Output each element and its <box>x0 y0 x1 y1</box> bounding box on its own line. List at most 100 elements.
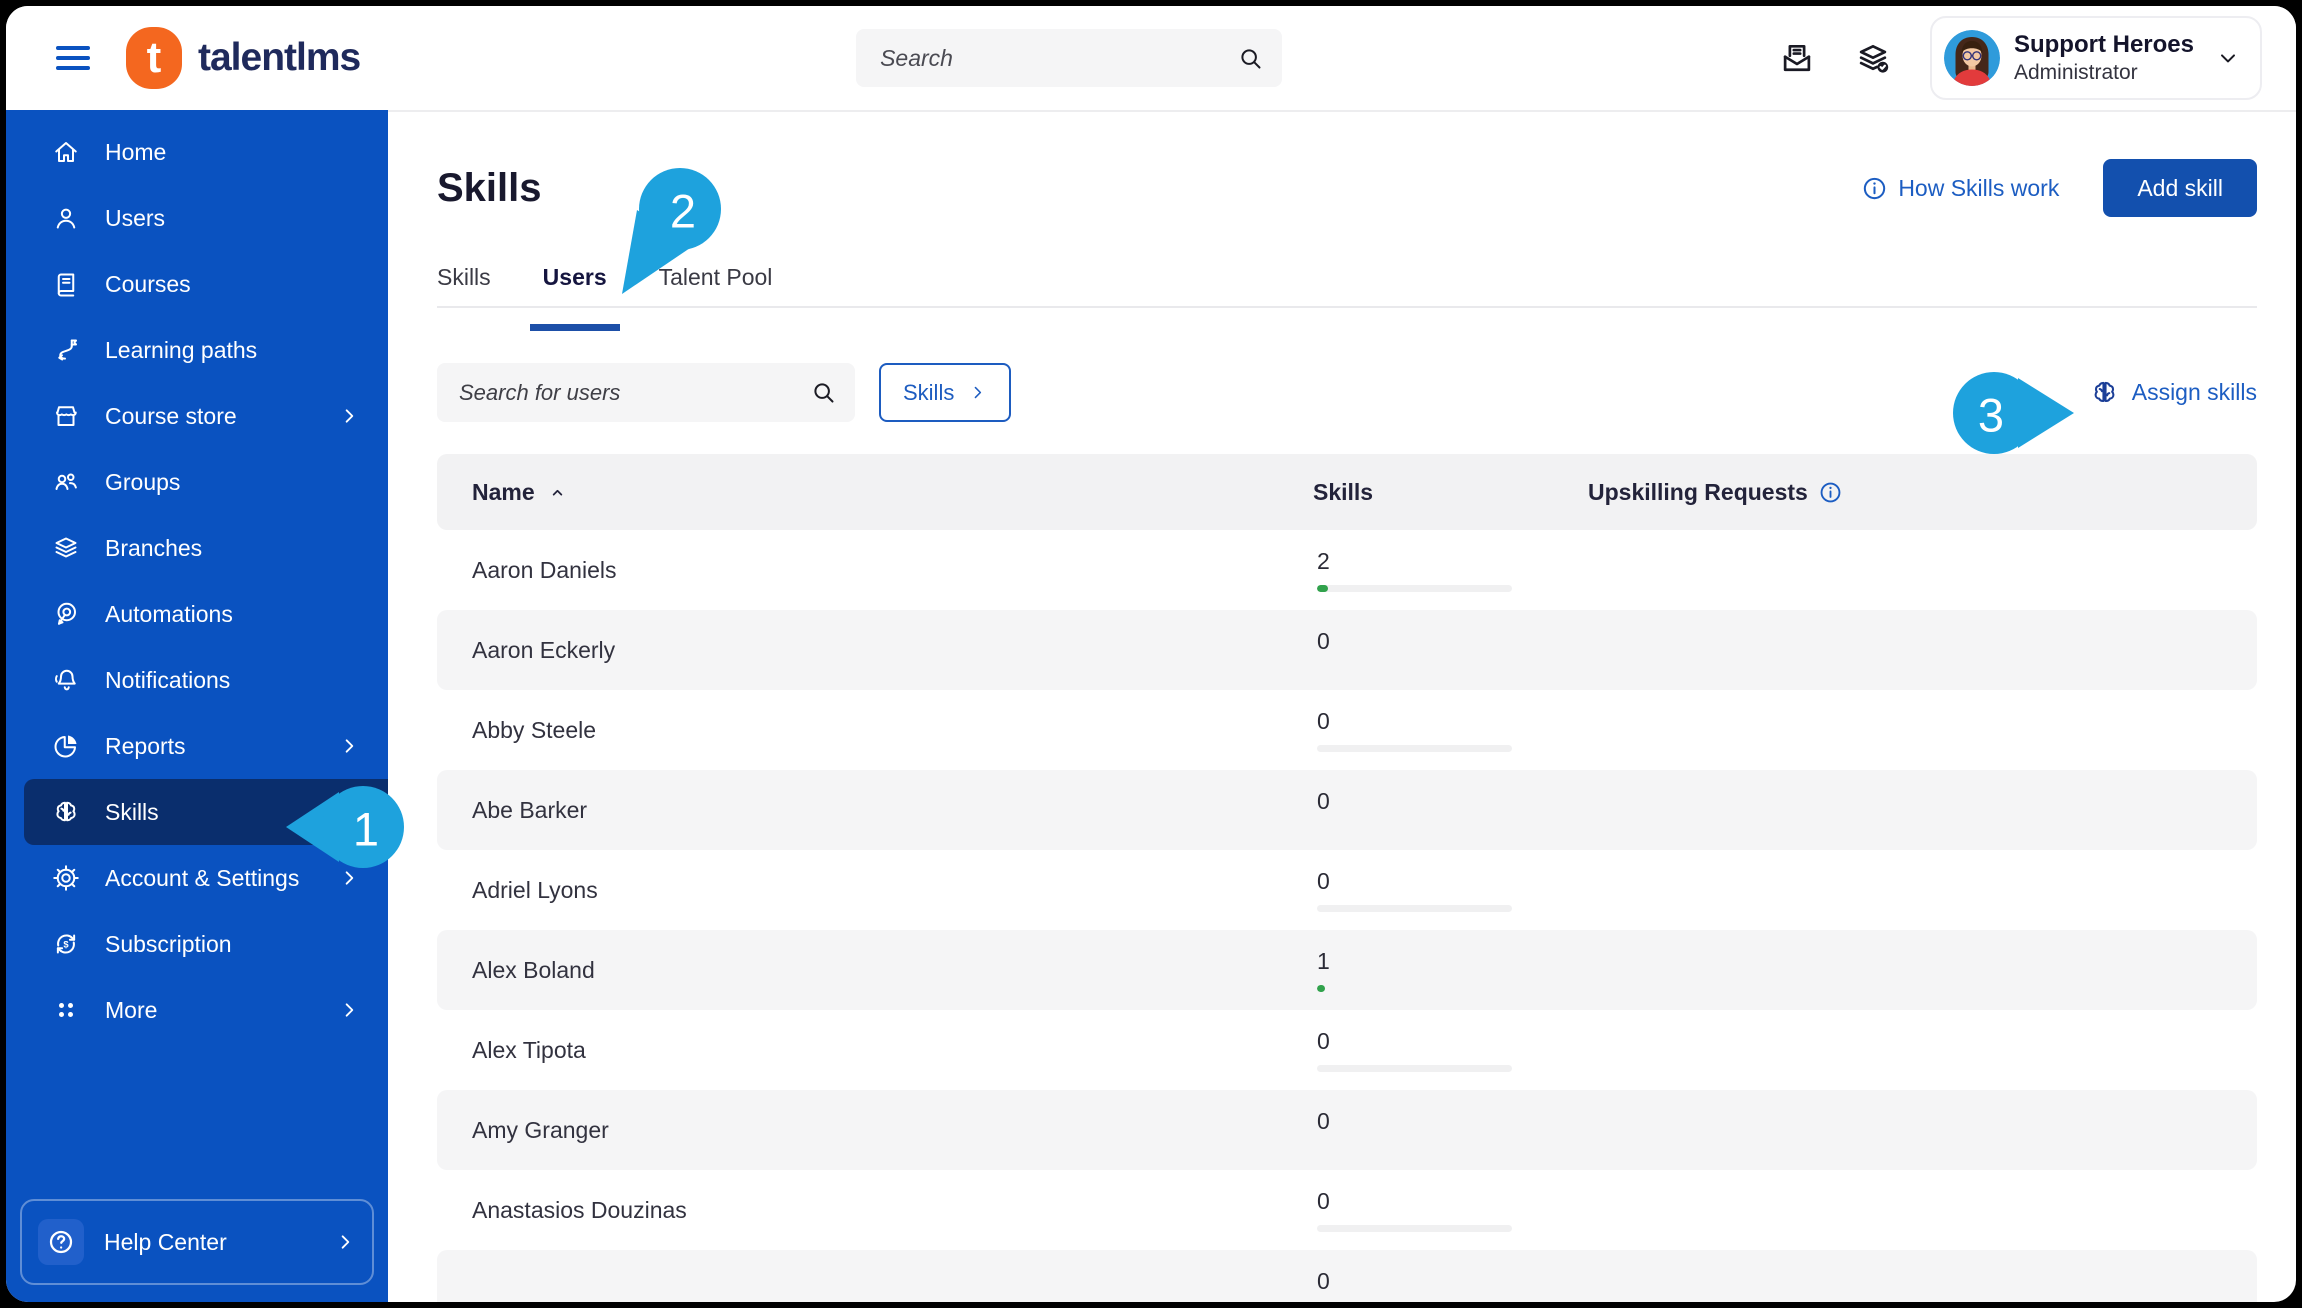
sidebar-item-label: Home <box>105 138 167 165</box>
tab-skills[interactable]: Skills <box>437 264 491 291</box>
sidebar-item-branches[interactable]: Branches <box>6 515 388 581</box>
tab-talent-pool[interactable]: Talent Pool <box>659 264 773 291</box>
profile-name: Support Heroes <box>2013 31 2194 58</box>
chevron-right-icon <box>334 1231 356 1253</box>
avatar <box>1943 30 2000 86</box>
tab-users[interactable]: Users <box>529 264 620 331</box>
info-icon <box>1861 175 1888 202</box>
profile-text: Support Heroes Administrator <box>2014 31 2194 85</box>
notifications-icon <box>51 665 81 695</box>
add-skill-button[interactable]: Add skill <box>2103 159 2257 217</box>
table-row[interactable]: Aaron Eckerly 0 <box>437 610 2257 690</box>
sidebar-item-courses[interactable]: Courses <box>6 251 388 317</box>
inbox-icon[interactable] <box>1778 39 1816 77</box>
user-name-cell: Aaron Eckerly <box>472 636 616 663</box>
table-row[interactable]: Adriel Lyons 0 <box>437 850 2257 930</box>
skills-filter-label: Skills <box>903 379 955 405</box>
table-row[interactable]: Amy Granger 0 <box>437 1090 2257 1170</box>
how-skills-work-link[interactable]: How Skills work <box>1861 175 2059 202</box>
sidebar-item-reports[interactable]: Reports <box>6 713 388 779</box>
user-skills-cell: 0 <box>1313 770 1588 832</box>
screen: t talentlms Search Support Heroes Admini… <box>0 0 2302 1308</box>
chevron-right-icon <box>338 867 360 889</box>
top-right-cluster: Support Heroes Administrator <box>1778 16 2262 100</box>
hamburger-menu-icon[interactable] <box>56 46 90 70</box>
sidebar-item-more[interactable]: More <box>6 977 388 1043</box>
skills-count: 0 <box>1317 1268 1330 1294</box>
user-skills-cell: 0 <box>1313 690 1588 752</box>
sidebar-item-users[interactable]: Users <box>6 185 388 251</box>
info-icon[interactable] <box>1818 480 1843 505</box>
talentlms-logo[interactable]: t talentlms <box>126 27 361 89</box>
user-skills-cell: 1 <box>1313 930 1588 992</box>
sidebar-item-subscription[interactable]: Subscription <box>6 911 388 977</box>
skills-progress-bar <box>1317 745 1512 752</box>
search-icon <box>810 379 837 406</box>
more-icon <box>51 995 81 1025</box>
user-name-cell: Alex Tipota <box>472 1036 586 1063</box>
sidebar-item-groups[interactable]: Groups <box>6 449 388 515</box>
sort-ascending-icon <box>547 482 568 503</box>
assign-skills-link[interactable]: Assign skills <box>2089 377 2257 408</box>
skills-progress-bar <box>1317 985 1512 992</box>
user-skills-cell: 0 <box>1313 1090 1588 1152</box>
reports-icon <box>51 731 81 761</box>
profile-menu[interactable]: Support Heroes Administrator <box>1929 16 2262 100</box>
sidebar-item-notifications[interactable]: Notifications <box>6 647 388 713</box>
sidebar-item-automations[interactable]: Automations <box>6 581 388 647</box>
user-skills-cell: 0 <box>1313 850 1588 912</box>
sidebar-item-label: Subscription <box>105 930 232 957</box>
users-table: Name Skills Upskilling Requests Aaron Da… <box>437 454 2257 1302</box>
tabs-divider <box>437 306 2257 308</box>
user-skills-cell: 0 <box>1313 1250 1588 1302</box>
skills-progress-bar <box>1317 585 1512 592</box>
sidebar-item-label: More <box>105 996 158 1023</box>
chevron-down-icon <box>2216 46 2240 70</box>
table-row[interactable]: Alex Boland 1 <box>437 930 2257 1010</box>
global-search[interactable] <box>856 29 1283 87</box>
help-center-label: Help Center <box>104 1228 227 1255</box>
skills-count: 0 <box>1317 628 1330 654</box>
sidebar-item-course-store[interactable]: Course store <box>6 383 388 449</box>
sidebar-item-account-settings[interactable]: Account & Settings <box>6 845 388 911</box>
content-area: Skills How Skills work Add skill Skills U… <box>388 110 2296 1302</box>
assign-skills-label: Assign skills <box>2131 379 2257 405</box>
stack-badge-icon[interactable] <box>1854 39 1892 77</box>
sidebar-item-label: Courses <box>105 270 191 297</box>
sidebar-item-label: Groups <box>105 468 181 495</box>
groups-icon <box>51 467 81 497</box>
user-name-cell: Aaron Daniels <box>472 556 617 583</box>
settings-icon <box>51 863 81 893</box>
logo-tile-icon: t <box>126 27 182 89</box>
skills-filter-button[interactable]: Skills <box>879 363 1012 422</box>
branches-icon <box>51 533 81 563</box>
table-row[interactable]: 0 <box>437 1250 2257 1302</box>
chevron-right-icon <box>338 999 360 1021</box>
user-search[interactable] <box>437 363 855 422</box>
table-row[interactable]: Abby Steele 0 <box>437 690 2257 770</box>
sidebar-item-label: Course store <box>105 402 237 429</box>
sidebar-item-home[interactable]: Home <box>6 119 388 185</box>
sidebar-item-label: Branches <box>105 534 203 561</box>
chevron-right-icon <box>338 735 360 757</box>
table-row[interactable]: Anastasios Douzinas 0 <box>437 1170 2257 1250</box>
how-skills-work-label: How Skills work <box>1898 174 2060 201</box>
global-search-input[interactable] <box>878 43 1238 73</box>
table-row[interactable]: Abe Barker 0 <box>437 770 2257 850</box>
users-icon <box>51 203 81 233</box>
table-row[interactable]: Alex Tipota 0 <box>437 1010 2257 1090</box>
sidebar-item-label: Learning paths <box>105 336 258 363</box>
sidebar: Home Users Courses Learning paths Course… <box>6 110 388 1302</box>
sidebar-item-skills[interactable]: Skills <box>24 779 388 845</box>
home-icon <box>51 137 81 167</box>
user-search-input[interactable] <box>457 378 810 407</box>
table-header-row: Name Skills Upskilling Requests <box>437 454 2257 530</box>
subscription-icon <box>51 929 81 959</box>
table-row[interactable]: Aaron Daniels 2 <box>437 530 2257 610</box>
help-center-button[interactable]: Help Center <box>20 1199 374 1285</box>
sidebar-item-label: Skills <box>105 798 159 825</box>
sidebar-item-learning-paths[interactable]: Learning paths <box>6 317 388 383</box>
skills-count: 1 <box>1317 948 1330 974</box>
courses-icon <box>51 269 81 299</box>
column-header-name[interactable]: Name <box>437 479 1313 506</box>
